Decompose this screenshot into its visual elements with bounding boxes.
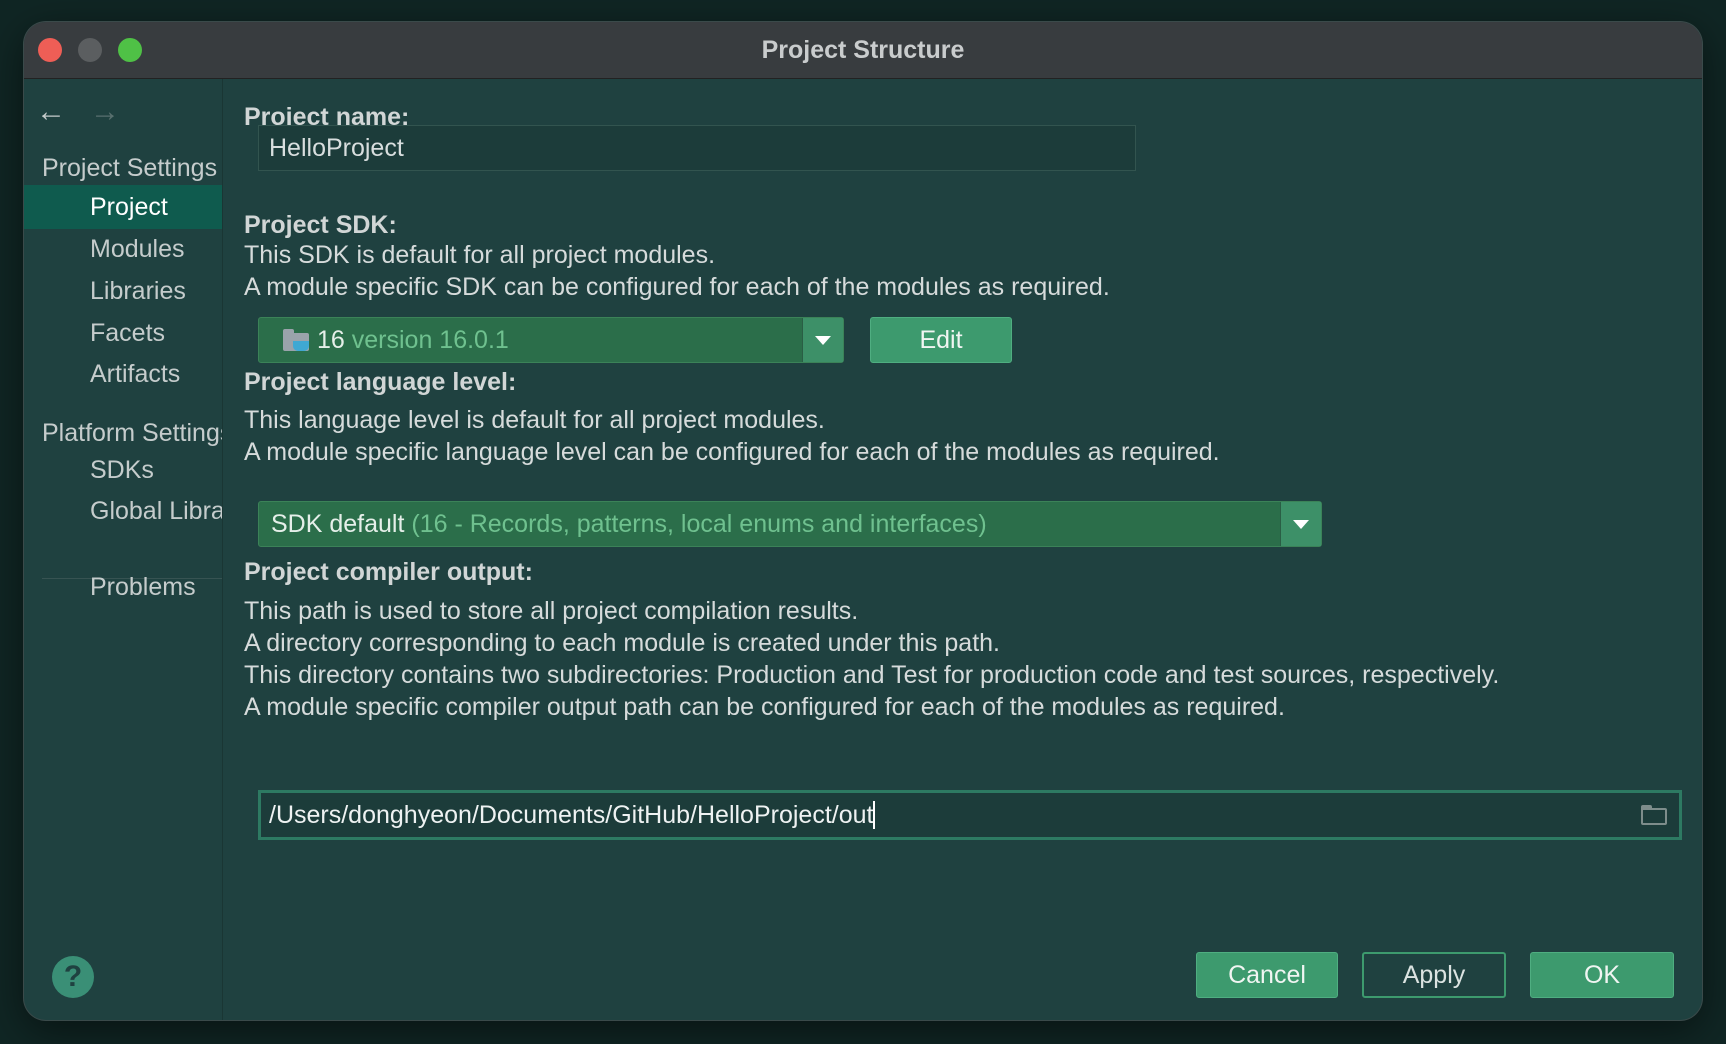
- help-button[interactable]: ?: [52, 956, 94, 998]
- sidebar-item-facets[interactable]: Facets: [24, 311, 222, 355]
- language-level-name: SDK default: [271, 510, 405, 538]
- project-sdk-dropdown[interactable]: 16 version 16.0.1: [258, 317, 844, 363]
- text-caret: [873, 801, 876, 829]
- compiler-output-path-field[interactable]: /Users/donghyeon/Documents/GitHub/HelloP…: [258, 790, 1682, 840]
- language-level-label: Project language level:: [244, 368, 517, 396]
- title-bar: Project Structure: [24, 22, 1702, 79]
- language-level-desc-1: This language level is default for all p…: [244, 406, 825, 434]
- project-sdk-desc-1: This SDK is default for all project modu…: [244, 241, 716, 269]
- sidebar-item-global-libraries[interactable]: Global Libraries: [24, 489, 222, 533]
- sidebar-item-artifacts[interactable]: Artifacts: [24, 352, 222, 396]
- sidebar-item-modules[interactable]: Modules: [24, 227, 222, 271]
- compiler-output-path: /Users/donghyeon/Documents/GitHub/HelloP…: [269, 801, 874, 829]
- compiler-output-label: Project compiler output:: [244, 558, 533, 586]
- back-arrow-icon[interactable]: ←: [36, 97, 66, 127]
- project-sdk-label: Project SDK:: [244, 211, 397, 239]
- sidebar-item-sdks[interactable]: SDKs: [24, 448, 222, 492]
- project-structure-window: Project Structure ← → Project Settings P…: [24, 22, 1702, 1020]
- sdk-version: version 16.0.1: [351, 326, 509, 354]
- project-settings-panel: Project name: HelloProject Project SDK: …: [244, 79, 1702, 1020]
- sdk-folder-icon: [283, 329, 309, 351]
- cancel-button[interactable]: Cancel: [1196, 952, 1338, 998]
- forward-arrow-icon[interactable]: →: [90, 97, 120, 127]
- sdk-name: 16: [317, 326, 345, 354]
- project-sdk-desc-2: A module specific SDK can be configured …: [244, 273, 1110, 301]
- folder-open-icon[interactable]: [1641, 805, 1669, 825]
- project-settings-header: Project Settings: [42, 154, 218, 182]
- sidebar-item-problems[interactable]: Problems: [24, 565, 222, 609]
- window-title: Project Structure: [761, 36, 965, 64]
- sidebar-item-project[interactable]: Project: [24, 185, 222, 229]
- ok-button[interactable]: OK: [1530, 952, 1674, 998]
- apply-button[interactable]: Apply: [1362, 952, 1506, 998]
- compiler-output-desc-1: This path is used to store all project c…: [244, 597, 859, 625]
- sidebar: ← → Project Settings Project Modules Lib…: [24, 79, 223, 1020]
- sidebar-item-libraries[interactable]: Libraries: [24, 269, 222, 313]
- language-level-desc-2: A module specific language level can be …: [244, 438, 1220, 466]
- compiler-output-desc-3: This directory contains two subdirectori…: [244, 661, 1500, 689]
- platform-settings-header: Platform Settings: [42, 419, 222, 447]
- compiler-output-desc-4: A module specific compiler output path c…: [244, 693, 1285, 721]
- chevron-down-icon[interactable]: [1280, 502, 1321, 546]
- chevron-down-icon[interactable]: [802, 318, 843, 362]
- language-level-detail: (16 - Records, patterns, local enums and…: [411, 510, 987, 538]
- edit-sdk-button[interactable]: Edit: [870, 317, 1012, 363]
- compiler-output-desc-2: A directory corresponding to each module…: [244, 629, 1000, 657]
- language-level-dropdown[interactable]: SDK default (16 - Records, patterns, loc…: [258, 501, 1322, 547]
- project-name-field[interactable]: HelloProject: [258, 125, 1136, 171]
